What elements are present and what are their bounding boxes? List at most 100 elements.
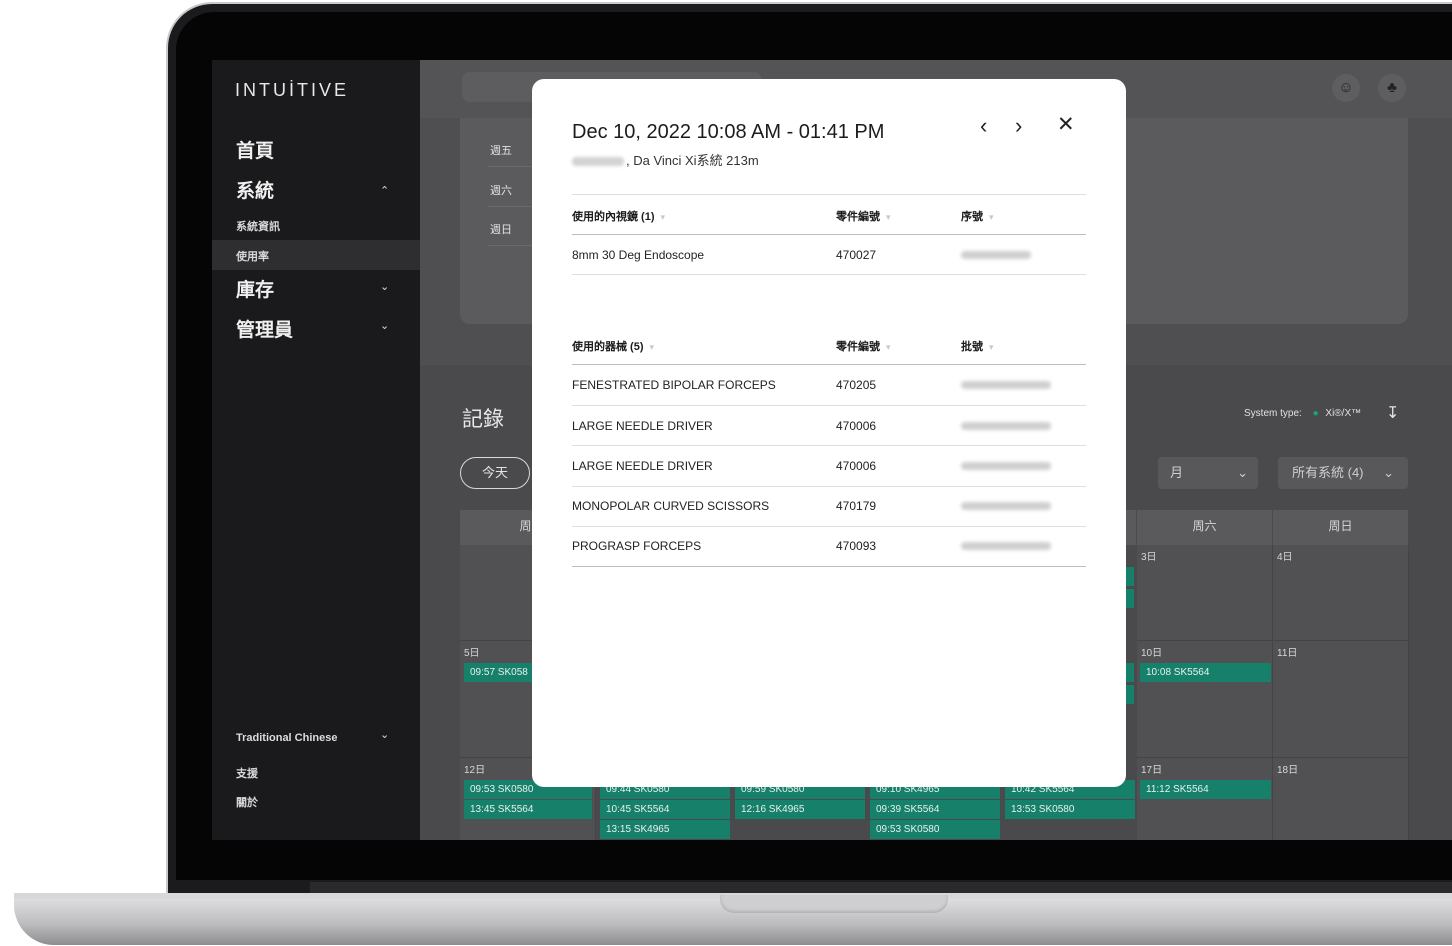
download-icon[interactable]: ↧ (1386, 403, 1399, 423)
sidebar-item-admin[interactable]: 管理員 (236, 315, 293, 342)
event-chip[interactable]: 10:08 SK5564 (1140, 663, 1271, 682)
calendar-day[interactable]: 4日 (1273, 545, 1409, 641)
divider (572, 234, 1086, 235)
column-header-instruments[interactable]: 使用的器械 (5) ▾ (572, 338, 654, 354)
close-icon[interactable]: ✕ (1057, 112, 1075, 137)
instrument-name: LARGE NEEDLE DRIVER (572, 419, 713, 433)
intuitive-logo: INTUİTIVE (235, 80, 350, 100)
redacted-serial (961, 251, 1031, 259)
sort-icon: ▾ (989, 342, 994, 352)
redacted-lot (961, 462, 1051, 470)
column-header-endoscope[interactable]: 使用的內視鏡 (1) ▾ (572, 208, 665, 224)
instrument-name: LARGE NEEDLE DRIVER (572, 459, 713, 473)
event-chip[interactable]: 13:45 SK5564 (464, 800, 592, 819)
divider (572, 405, 1086, 406)
green-dot-icon: ● (1312, 408, 1319, 419)
sidebar-item-inventory[interactable]: 庫存 (236, 275, 274, 302)
calendar-date: 12日 (464, 765, 486, 776)
column-header-label: 零件編號 (836, 341, 880, 353)
instrument-part-number: 470006 (836, 419, 877, 433)
modal-subtitle-text: , Da Vinci Xi系統 213m (626, 153, 759, 168)
column-header-lot[interactable]: 批號 ▾ (961, 338, 994, 354)
column-header-label: 序號 (961, 211, 983, 223)
instrument-name: PROGRASP FORCEPS (572, 539, 702, 553)
sort-icon: ▾ (886, 212, 891, 222)
column-header-part-number[interactable]: 零件編號 ▾ (836, 208, 891, 224)
column-header-label: 零件編號 (836, 211, 880, 223)
event-chip[interactable]: 13:15 SK4965 (600, 820, 730, 839)
event-chip[interactable]: 09:39 SK5564 (870, 800, 1000, 819)
event-chip[interactable] (1126, 567, 1134, 586)
instrument-name: FENESTRATED BIPOLAR FORCEPS (572, 378, 776, 392)
calendar-day[interactable]: 11日 (1273, 641, 1409, 758)
divider (572, 486, 1086, 487)
chevron-right-icon[interactable]: › (1015, 113, 1022, 139)
endoscope-part-number: 470027 (836, 248, 877, 262)
sort-icon: ▾ (989, 212, 994, 222)
event-chip[interactable]: 13:53 SK0580 (1005, 800, 1135, 819)
system-select[interactable]: 所有系統 (4) ⌄ (1278, 457, 1408, 489)
sidebar-link-support[interactable]: 支援 (236, 765, 258, 781)
weekday-header: 周日 (1273, 510, 1408, 545)
chevron-down-icon[interactable]: ⌄ (380, 728, 389, 741)
sort-icon: ▾ (660, 212, 666, 222)
calendar-date: 10日 (1141, 648, 1163, 659)
records-title: 記錄 (462, 408, 504, 431)
user-icon[interactable]: ☺ (1332, 74, 1360, 102)
instrument-part-number: 470006 (836, 459, 877, 473)
event-chip[interactable] (1126, 589, 1134, 608)
view-select-value: 月 (1170, 465, 1184, 480)
instrument-part-number: 470205 (836, 378, 877, 392)
redacted-lot (961, 542, 1051, 550)
sidebar-item-utilization[interactable]: 使用率 (236, 248, 269, 264)
system-type-value: Xi®/X™ (1325, 408, 1362, 419)
column-header-serial[interactable]: 序號 ▾ (961, 208, 994, 224)
event-chip[interactable] (1126, 663, 1134, 682)
calendar-day[interactable]: 18日 (1273, 758, 1409, 840)
endoscope-name: 8mm 30 Deg Endoscope (572, 248, 705, 262)
calendar-date: 4日 (1277, 552, 1293, 563)
day-label: 週五 (490, 145, 512, 157)
laptop-notch (720, 895, 948, 913)
redacted-lot (961, 502, 1051, 510)
case-detail-modal: Dec 10, 2022 10:08 AM - 01:41 PM , Da Vi… (532, 79, 1126, 787)
today-button[interactable]: 今天 (460, 457, 530, 489)
redacted-lot (961, 422, 1051, 430)
chevron-left-icon[interactable]: ‹ (980, 113, 987, 139)
calendar-date: 3日 (1141, 552, 1157, 563)
divider (572, 566, 1086, 567)
column-header-part-number[interactable]: 零件編號 ▾ (836, 338, 891, 354)
chevron-up-icon[interactable]: ⌃ (380, 184, 389, 197)
sidebar-item-system[interactable]: 系統 (236, 176, 274, 203)
divider (572, 445, 1086, 446)
chevron-down-icon: ⌄ (1237, 465, 1248, 480)
calendar-date: 17日 (1141, 765, 1163, 776)
chevron-down-icon[interactable]: ⌄ (380, 319, 389, 332)
event-chip[interactable] (1126, 685, 1134, 704)
sidebar-link-about[interactable]: 關於 (236, 794, 258, 810)
sort-icon: ▾ (649, 342, 655, 352)
modal-subtitle: , Da Vinci Xi系統 213m (572, 150, 759, 169)
calendar-date: 11日 (1277, 648, 1298, 659)
sidebar-item-system-info[interactable]: 系統資訊 (236, 218, 280, 234)
language-select[interactable]: Traditional Chinese (236, 732, 337, 744)
view-select[interactable]: 月 ⌄ (1158, 457, 1258, 489)
instrument-name: MONOPOLAR CURVED SCISSORS (572, 499, 770, 513)
divider (572, 526, 1086, 527)
calendar-day[interactable]: 17日 (1137, 758, 1273, 840)
sidebar-item-home[interactable]: 首頁 (236, 136, 274, 163)
redacted-lot (961, 381, 1051, 389)
calendar-date: 18日 (1277, 765, 1299, 776)
divider (572, 194, 1086, 195)
divider (572, 274, 1086, 275)
event-chip[interactable]: 09:53 SK0580 (870, 820, 1000, 839)
chevron-down-icon[interactable]: ⌄ (380, 280, 389, 293)
bell-icon[interactable]: ♣ (1378, 74, 1406, 102)
calendar-day[interactable]: 3日 (1137, 545, 1273, 641)
column-header-label: 使用的器械 (5) (572, 341, 644, 353)
event-chip[interactable]: 10:45 SK5564 (600, 800, 730, 819)
modal-title: Dec 10, 2022 10:08 AM - 01:41 PM (572, 121, 885, 143)
event-chip[interactable]: 11:12 SK5564 (1140, 780, 1271, 799)
calendar-day[interactable]: 10日 (1137, 641, 1273, 758)
event-chip[interactable]: 12:16 SK4965 (735, 800, 865, 819)
